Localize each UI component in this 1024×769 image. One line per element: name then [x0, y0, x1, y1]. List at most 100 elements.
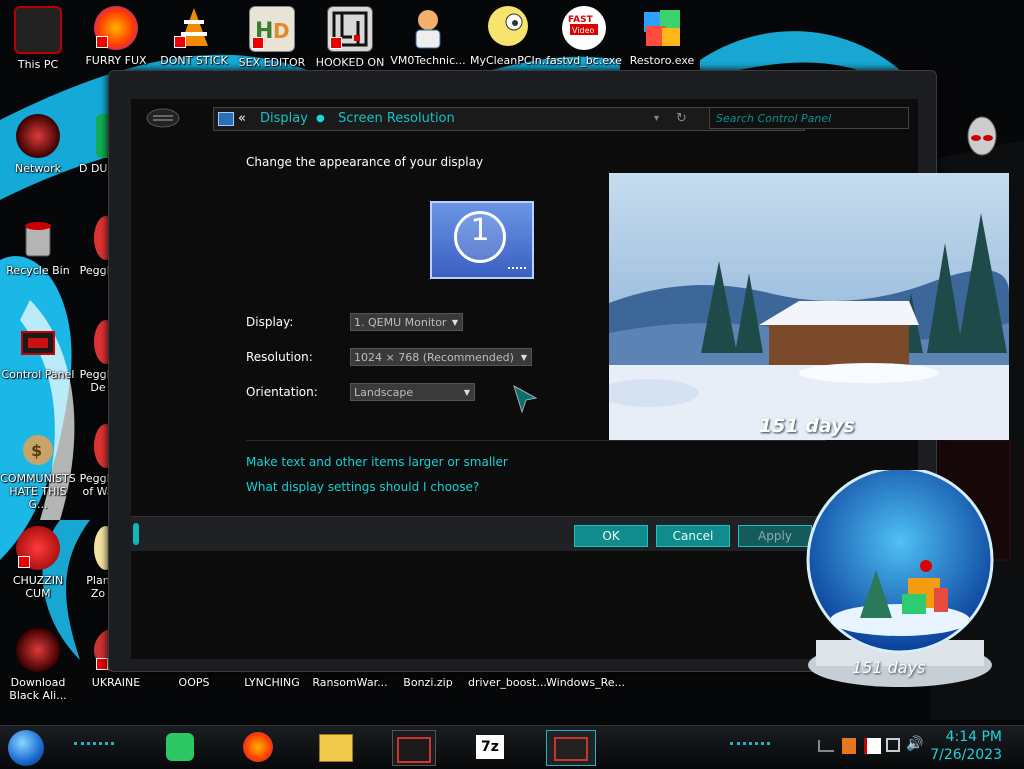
- desktop-icon-label: Restoro.exe: [629, 54, 695, 67]
- clock-date: 7/26/2023: [930, 747, 1002, 763]
- show-hidden-icons-icon[interactable]: [818, 740, 834, 752]
- page-heading: Change the appearance of your display: [246, 155, 484, 169]
- desktop-icon-label: fastvd_bc.exe: [546, 54, 622, 67]
- desktop-icon-label: MyCleanPCIn...: [470, 54, 553, 67]
- text-size-link[interactable]: Make text and other items larger or smal…: [246, 455, 508, 469]
- chuzzle-icon: [16, 526, 60, 570]
- control-panel-icon: [397, 737, 431, 763]
- desktop-icon-communists[interactable]: $ COMMUNISTS HATE THIS G...: [0, 424, 76, 511]
- svg-text:$: $: [31, 441, 42, 460]
- spotify-icon: [166, 733, 194, 761]
- orientation-dropdown-value: Landscape: [354, 386, 414, 399]
- recycle-bin-icon: [16, 216, 60, 260]
- desktop-icon-mycleanpc[interactable]: MyCleanPCIn...: [470, 6, 553, 67]
- control-panel-icon: [554, 737, 588, 761]
- desktop-icon-label: VM0Technic...: [390, 54, 466, 67]
- control-panel-icon: [16, 320, 60, 364]
- days-counter-text: 151 days: [759, 415, 855, 437]
- desktop-icon-restoro[interactable]: Restoro.exe: [624, 6, 700, 67]
- display-help-link[interactable]: What display settings should I choose?: [246, 480, 479, 494]
- orientation-label: Orientation:: [246, 385, 318, 399]
- desktop-icon-bonzi-zip[interactable]: Bonzi.zip: [390, 676, 466, 689]
- search-input[interactable]: Search Control Panel: [709, 107, 909, 129]
- snow-globe-gadget[interactable]: 151 days: [796, 466, 1004, 696]
- desktop-icon-vm0technic[interactable]: VM0Technic...: [390, 6, 466, 67]
- address-dropdown-icon[interactable]: ▾: [654, 108, 659, 130]
- monitor-number: 1: [470, 213, 490, 248]
- desktop-icon-label: Windows_Re...: [546, 676, 626, 689]
- desktop-icon-label: LYNCHING: [244, 676, 300, 689]
- desktop-icon-label: OOPS: [178, 676, 210, 689]
- display-icon: [218, 112, 234, 126]
- desktop-icon-sex-editor[interactable]: HD SEX EDITOR: [234, 6, 310, 69]
- alienware-logo: [962, 114, 1002, 158]
- svg-text:Video: Video: [572, 26, 595, 35]
- desktop-icon-oops[interactable]: OOPS: [156, 676, 232, 689]
- taskbar-spotify-app[interactable]: [160, 730, 200, 764]
- resolution-label: Resolution:: [246, 350, 313, 364]
- clock[interactable]: 4:14 PM 7/26/2023: [930, 728, 1002, 764]
- desktop-icon-lynching[interactable]: LYNCHING: [234, 676, 310, 689]
- chevron-down-icon: ▼: [520, 353, 527, 362]
- monitor-1-tile[interactable]: 1: [430, 201, 534, 279]
- network-icon: [16, 114, 60, 158]
- 7zip-icon: 7z: [476, 735, 504, 759]
- cancel-button[interactable]: Cancel: [656, 525, 730, 547]
- chevron-down-icon: ▼: [451, 318, 458, 327]
- firefox-icon: [94, 6, 138, 50]
- desktop-icon-driver-boost[interactable]: driver_boost...: [468, 676, 547, 689]
- desktop-icon-network[interactable]: Network: [0, 114, 76, 175]
- desktop-icon-ransomware[interactable]: RansomWar...: [312, 676, 388, 689]
- globe-days-counter-text: 151 days: [852, 658, 926, 677]
- cartoon-character-icon: [486, 6, 530, 50]
- desktop-icon-label: This PC: [17, 58, 59, 71]
- volume-icon[interactable]: 🔊: [906, 736, 923, 752]
- display-dropdown[interactable]: 1. QEMU Monitor ▼: [350, 313, 463, 331]
- refresh-icon[interactable]: ↻: [676, 108, 687, 130]
- taskbar-active-app[interactable]: [546, 730, 596, 766]
- bar-accent: [133, 523, 139, 545]
- divider: [246, 440, 826, 441]
- orientation-dropdown[interactable]: Landscape ▼: [350, 383, 475, 401]
- desktop-icon-furry-fux[interactable]: FURRY FUX: [78, 6, 154, 67]
- desktop-icon-fastvd[interactable]: FAST Video fastvd_bc.exe: [546, 6, 622, 67]
- desktop-icon-chuzzin-cum[interactable]: CHUZZIN CUM: [0, 526, 76, 600]
- maze-icon: [327, 6, 373, 52]
- system-tray: 🔊 4:14 PM 7/26/2023: [794, 726, 1024, 769]
- desktop-icon-control-panel[interactable]: Control Panel: [0, 320, 76, 381]
- breadcrumb-back[interactable]: «: [238, 108, 246, 130]
- desktop-icon-label: SEX EDITOR: [238, 56, 306, 69]
- technician-icon: [406, 6, 450, 50]
- breadcrumb-display[interactable]: Display: [260, 108, 308, 130]
- desktop-icon-hooked-on[interactable]: HOOKED ON: [312, 6, 388, 69]
- start-button[interactable]: [8, 730, 44, 766]
- network-tray-icon[interactable]: [886, 738, 900, 752]
- folder-icon: [319, 734, 353, 762]
- ok-button[interactable]: OK: [574, 525, 648, 547]
- countdown-gadget-snow-scene[interactable]: 151 days: [609, 173, 1009, 440]
- desktop-icon-label: CHUZZIN CUM: [12, 574, 64, 600]
- monitor-dots-icon: [508, 267, 526, 273]
- clock-time: 4:14 PM: [945, 729, 1002, 745]
- resolution-dropdown[interactable]: 1024 × 768 (Recommended) ▼: [350, 348, 532, 366]
- window-menu-icon[interactable]: [145, 107, 181, 129]
- action-center-flag-icon[interactable]: [864, 738, 881, 754]
- tray-app-icon[interactable]: [842, 738, 856, 754]
- taskbar-control-panel-app[interactable]: [392, 730, 436, 766]
- video-downloader-icon: FAST Video: [562, 6, 606, 50]
- desktop-icon-this-pc[interactable]: This PC: [0, 6, 76, 71]
- desktop-icon-label: RansomWar...: [312, 676, 388, 689]
- breadcrumb-screen-resolution[interactable]: Screen Resolution: [338, 108, 455, 130]
- snow-scene-image: [609, 173, 1009, 440]
- desktop-icon-label: Network: [15, 162, 61, 175]
- taskbar-file-explorer-app[interactable]: [316, 730, 356, 764]
- vlc-cone-icon: [172, 6, 216, 50]
- taskbar-firefox-app[interactable]: [238, 730, 278, 764]
- desktop-icon-dont-stick[interactable]: DONT STICK: [156, 6, 232, 67]
- desktop-icon-recycle-bin[interactable]: Recycle Bin: [0, 216, 76, 277]
- desktop-icon-windows-re[interactable]: Windows_Re...: [546, 676, 626, 689]
- desktop-icon-label: FURRY FUX: [85, 54, 147, 67]
- alienware-icon: [16, 628, 60, 672]
- taskbar-7zip-app[interactable]: 7z: [470, 730, 510, 764]
- desktop-icon-download-black-ali[interactable]: Download Black Ali...: [0, 628, 76, 702]
